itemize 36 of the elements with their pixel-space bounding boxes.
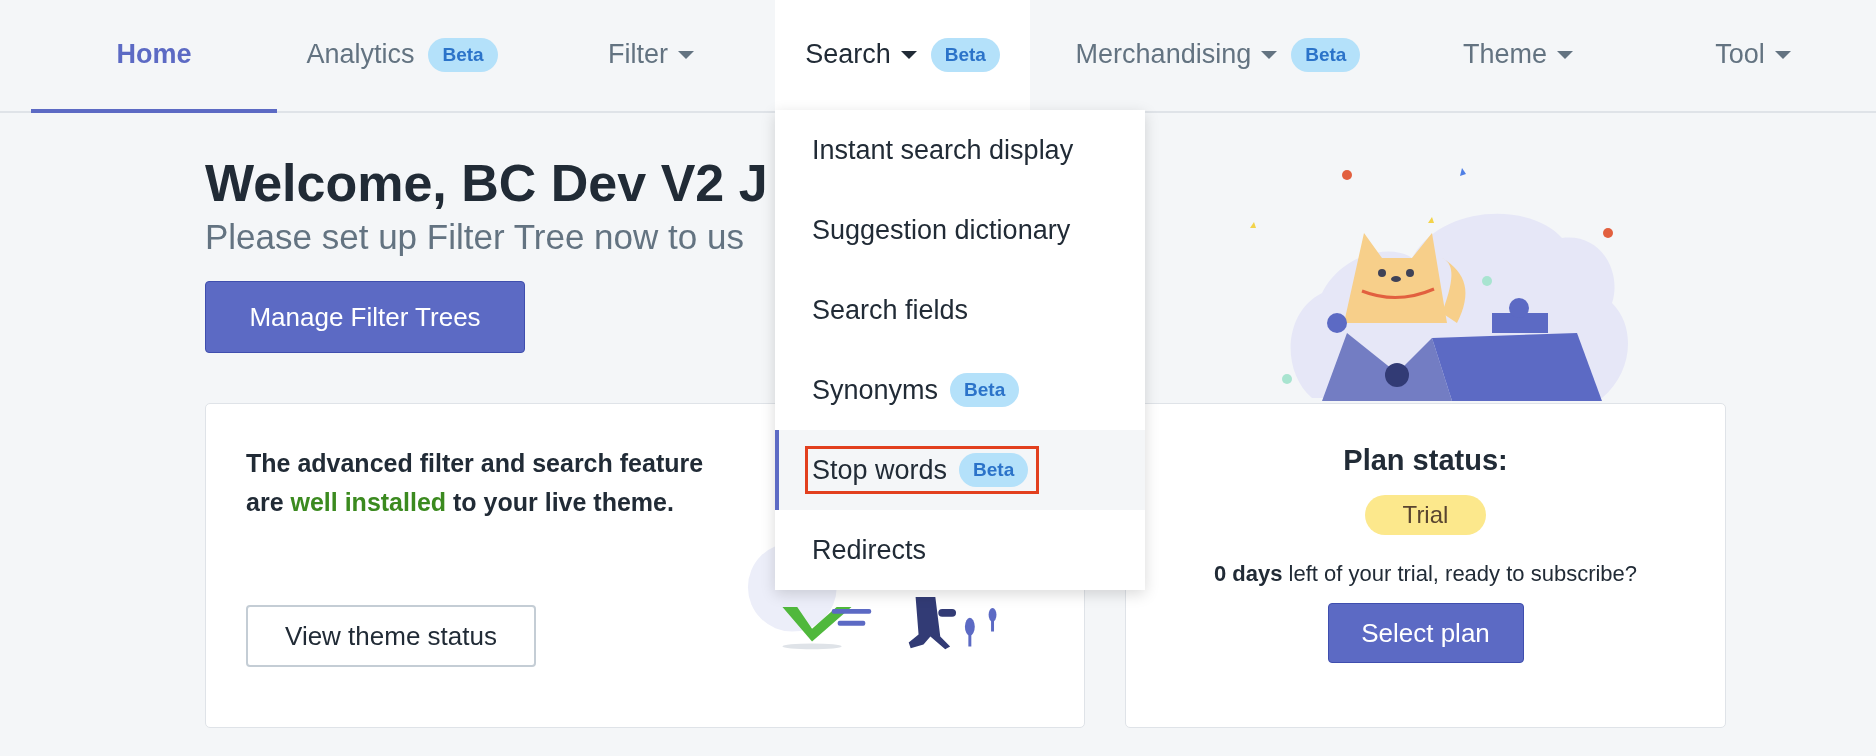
menu-item-label: Stop words [812,454,948,486]
trial-days-text: 0 days left of your trial, ready to subscribe? [1213,561,1638,587]
menu-item[interactable]: Redirects [775,510,1145,590]
caret-icon [1557,50,1573,59]
menu-item-label: Instant search display [812,134,1074,166]
welcome-heading: Welcome, BC Dev V2 J [205,153,768,213]
menu-item-label: Redirects [812,534,927,566]
nav-tab[interactable]: Home [31,0,277,113]
caret-icon [678,50,694,59]
caret-icon [1261,50,1278,59]
menu-item[interactable]: Suggestion dictionary [775,190,1145,270]
menu-item-label: Suggestion dictionary [812,214,1071,246]
beta-badge: Beta [959,453,1029,487]
plan-status-badge: Trial [1364,495,1487,535]
caret-icon [1774,50,1791,59]
welcome-subtitle: Please set up Filter Tree now to us [205,217,745,257]
menu-item[interactable]: Synonyms Beta [775,350,1145,430]
nav-tab[interactable]: Tool [1707,0,1799,113]
beta-badge: Beta [930,37,1000,72]
beta-badge: Beta [1291,37,1361,72]
menu-item-label: Search fields [812,294,969,326]
theme-status-text: The advanced filter and search feature are well installed to your live theme. [246,448,704,518]
nav-tab[interactable]: Theme [1454,0,1581,113]
select-plan-button[interactable]: Select plan [1327,603,1524,663]
view-theme-status-button[interactable]: View theme status [246,605,536,667]
plan-status-heading: Plan status: [1343,444,1508,477]
manage-filter-trees-button[interactable]: Manage Filter Trees [205,281,525,353]
nav-tab[interactable]: Analytics Beta [298,0,506,113]
menu-item[interactable]: Instant search display [775,110,1145,190]
nav-tab[interactable]: Filter [600,0,702,113]
menu-item[interactable]: Search fields [775,270,1145,350]
menu-item[interactable]: Stop words Beta [775,430,1145,510]
beta-badge: Beta [428,37,498,72]
menu-item-label: Synonyms [812,374,939,406]
beta-badge: Beta [950,373,1020,407]
caret-icon [900,50,917,59]
